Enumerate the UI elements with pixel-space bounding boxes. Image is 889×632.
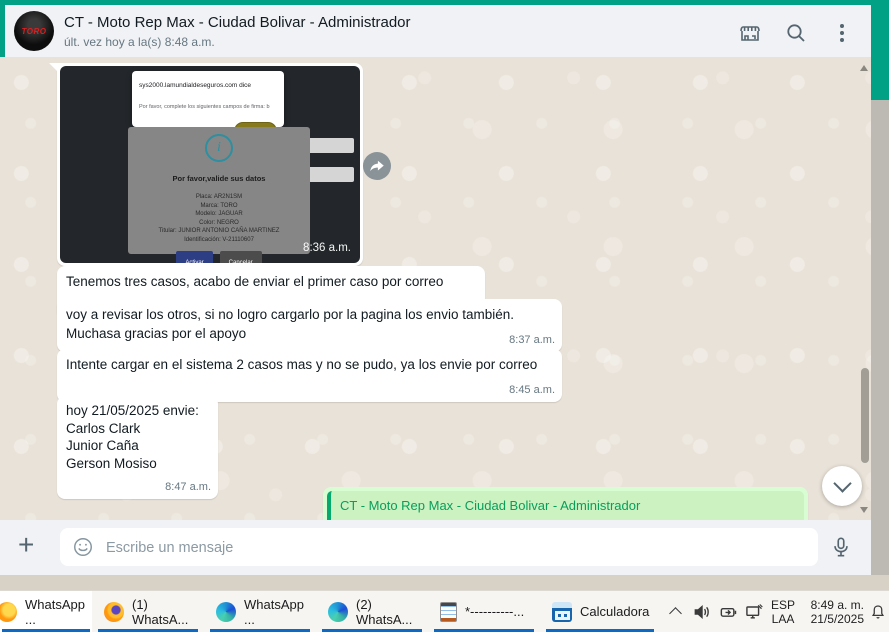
- taskbar-item-firefox-whatsapp[interactable]: (1) WhatsA...: [96, 591, 200, 632]
- info-icon: i: [205, 134, 233, 162]
- scrollbar-thumb[interactable]: [861, 368, 869, 463]
- speaker-icon[interactable]: [690, 591, 714, 632]
- cancelar-button: Cancelar: [220, 251, 262, 263]
- taskbar-item-notepad[interactable]: *----------...: [432, 591, 536, 632]
- quoted-author: CT - Moto Rep Max - Ciudad Bolivar - Adm…: [340, 496, 796, 515]
- alert-origin: sys2000.lamundialdeseguros.com dice: [139, 76, 277, 95]
- background-form-field: [306, 138, 354, 153]
- scrollbar-down-arrow[interactable]: [860, 507, 868, 517]
- composer-bar: +: [0, 520, 871, 575]
- whatsapp-window: TORO CT - Moto Rep Max - Ciudad Bolivar …: [0, 0, 889, 632]
- message-timestamp: 8:45 a.m.: [509, 381, 555, 400]
- edge-icon: [216, 602, 236, 622]
- message-input[interactable]: [104, 528, 798, 568]
- browser-alert-dialog: sys2000.lamundialdeseguros.com dice Por …: [132, 71, 284, 127]
- language-code: ESP: [771, 598, 795, 612]
- field-titular: Titular: JUNIOR ANTONIO CAÑA MARTINEZ: [128, 227, 310, 236]
- validation-modal: i Por favor,valide sus datos Placa: AR2N…: [128, 127, 310, 254]
- tray-show-hidden-icons[interactable]: [664, 591, 686, 632]
- chevron-up-icon: [669, 607, 682, 620]
- taskbar-item-edge-whatsapp[interactable]: WhatsApp ...: [208, 591, 312, 632]
- microphone-icon[interactable]: [830, 535, 852, 559]
- taskbar-item-whatsapp-active[interactable]: WhatsApp ...: [0, 591, 92, 632]
- taskbar-item-label: WhatsApp ...: [244, 597, 304, 627]
- clock-time: 8:49 a. m.: [811, 598, 864, 612]
- chat-header: TORO CT - Moto Rep Max - Ciudad Bolivar …: [5, 5, 871, 58]
- search-icon[interactable]: [785, 22, 807, 44]
- quoted-message[interactable]: CT - Moto Rep Max - Ciudad Bolivar - Adm…: [327, 491, 804, 520]
- taskbar-item-label: (1) WhatsA...: [132, 597, 192, 627]
- taskbar-item-edge-whatsapp-2[interactable]: (2) WhatsA...: [320, 591, 424, 632]
- language-region: LAA: [772, 612, 795, 626]
- message-list[interactable]: sys2000.lamundialdeseguros.com dice Por …: [0, 57, 871, 520]
- taskbar-item-label: Calculadora: [580, 604, 649, 619]
- message-timestamp: 8:37 a.m.: [509, 331, 555, 350]
- activar-button: Activar: [176, 251, 212, 263]
- outgoing-reply-message[interactable]: CT - Moto Rep Max - Ciudad Bolivar - Adm…: [323, 487, 808, 520]
- taskbar-item-label: *----------...: [465, 604, 524, 619]
- menu-kebab-icon[interactable]: [834, 21, 850, 45]
- display-pen-icon[interactable]: [742, 591, 766, 632]
- background-form-field: [306, 167, 354, 182]
- message-text: Intente cargar en el sistema 2 casos mas…: [66, 357, 537, 372]
- message-field[interactable]: [60, 528, 818, 566]
- language-indicator[interactable]: ESP LAA: [766, 591, 800, 632]
- forward-icon[interactable]: [363, 152, 391, 180]
- field-modelo: Modelo: JAGUAR: [128, 210, 310, 219]
- taskbar-item-calculator[interactable]: Calculadora: [544, 591, 656, 632]
- scroll-to-bottom-button[interactable]: [822, 466, 862, 506]
- screenshot-image[interactable]: sys2000.lamundialdeseguros.com dice Por …: [60, 66, 360, 263]
- chevron-down-icon: [833, 474, 851, 492]
- message-text: Tenemos tres casos, acabo de enviar el p…: [66, 274, 443, 289]
- message-timestamp: 8:36 a.m.: [303, 239, 351, 258]
- message-text: voy a revisar los otros, si no logro car…: [66, 307, 514, 341]
- taskbar-clock[interactable]: 8:49 a. m. 21/5/2025: [802, 591, 864, 632]
- windows-taskbar: WhatsApp ... (1) WhatsA... WhatsApp ... …: [0, 590, 889, 632]
- vehicle-data-lines: Placa: AR2N1SM Marca: TORO Modelo: JAGUA…: [128, 193, 310, 244]
- taskbar-item-label: WhatsApp ...: [25, 597, 85, 627]
- message-text: hoy 21/05/2025 envie: Carlos Clark Junio…: [66, 403, 199, 471]
- alert-body: Por favor, complete los siguientes campo…: [139, 98, 277, 117]
- desktop-strip: [0, 575, 889, 590]
- background-window-green-edge: [871, 0, 889, 100]
- firefox-icon: [104, 602, 124, 622]
- field-identificacion: Identificación: V-21110607: [128, 236, 310, 245]
- emoji-icon[interactable]: [72, 536, 94, 558]
- field-placa: Placa: AR2N1SM: [128, 193, 310, 202]
- notification-bell-icon[interactable]: [868, 591, 888, 632]
- notepad-icon: [440, 602, 457, 622]
- calculator-icon: [552, 602, 572, 622]
- attach-plus-button[interactable]: +: [18, 529, 34, 561]
- modal-heading: Por favor,valide sus datos: [128, 169, 310, 188]
- chat-title[interactable]: CT - Moto Rep Max - Ciudad Bolivar - Adm…: [64, 14, 411, 31]
- image-message[interactable]: sys2000.lamundialdeseguros.com dice Por …: [57, 63, 363, 266]
- message-bubble[interactable]: Intente cargar en el sistema 2 casos mas…: [57, 349, 562, 402]
- battery-icon[interactable]: [716, 591, 740, 632]
- clock-date: 21/5/2025: [811, 612, 864, 626]
- field-color: Color: NEGRO: [128, 219, 310, 228]
- message-timestamp: 8:47 a.m.: [165, 479, 211, 497]
- message-bubble[interactable]: voy a revisar los otros, si no logro car…: [57, 299, 562, 352]
- avatar[interactable]: TORO: [14, 11, 54, 51]
- storefront-icon[interactable]: [738, 22, 762, 46]
- last-seen-status: últ. vez hoy a la(s) 8:48 a.m.: [64, 35, 215, 49]
- background-window-gray-edge: [871, 100, 889, 575]
- field-marca: Marca: TORO: [128, 202, 310, 211]
- edge-icon: [328, 602, 348, 622]
- avatar-label: TORO: [22, 27, 47, 36]
- message-bubble[interactable]: hoy 21/05/2025 envie: Carlos Clark Junio…: [57, 396, 218, 499]
- scrollbar-up-arrow[interactable]: [860, 61, 868, 71]
- taskbar-item-label: (2) WhatsA...: [356, 597, 416, 627]
- firefox-icon: [0, 602, 17, 622]
